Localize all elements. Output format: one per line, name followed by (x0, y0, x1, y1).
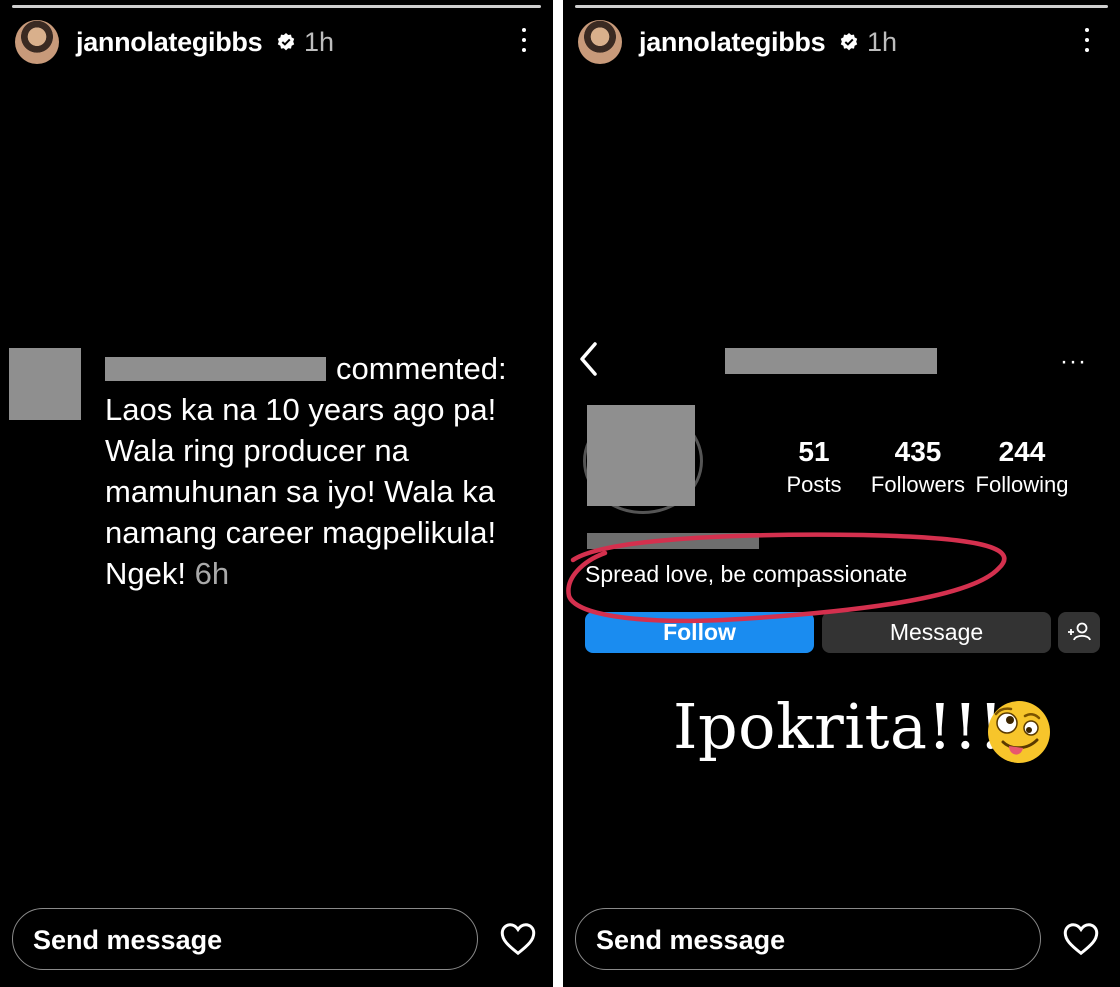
profile-bio: Spread love, be compassionate (585, 561, 908, 587)
more-options-icon[interactable] (1083, 28, 1091, 56)
stat-posts[interactable]: 51 Posts (759, 436, 869, 498)
stat-number: 244 (998, 436, 1046, 467)
profile-avatar-redacted (587, 405, 695, 506)
comment-text: commented: Laos ka na 10 years ago pa! W… (105, 348, 545, 594)
stat-number: 51 (798, 436, 830, 467)
verified-badge-icon (840, 33, 858, 51)
verified-badge-icon (277, 33, 295, 51)
stat-followers[interactable]: 435 Followers (863, 436, 973, 498)
heart-icon[interactable] (500, 922, 536, 956)
message-button[interactable]: Message (822, 612, 1051, 653)
commenter-avatar-redacted (9, 348, 81, 420)
send-message-input[interactable]: Send message (575, 908, 1041, 970)
stat-label: Following (975, 472, 1069, 497)
profile-username-redacted (725, 348, 937, 374)
username[interactable]: jannolategibbs (639, 27, 826, 58)
send-message-input[interactable]: Send message (12, 908, 478, 970)
story-progress-bar (575, 5, 1108, 8)
post-time: 1h (867, 27, 898, 57)
stat-number: 435 (894, 436, 942, 467)
back-arrow-icon[interactable] (577, 340, 599, 378)
story-panel-right: jannolategibbs 1h ··· 51 Posts 435 Follo… (563, 0, 1120, 987)
username[interactable]: jannolategibbs (76, 27, 263, 58)
comment-line: Laos ka na 10 years ago pa! (105, 392, 497, 427)
story-progress-bar (12, 5, 541, 8)
add-user-icon (1068, 622, 1091, 641)
post-time: 1h (304, 27, 335, 57)
stat-label: Followers (870, 472, 966, 497)
comment-age: 6h (194, 556, 230, 591)
profile-more-icon[interactable]: ··· (1060, 348, 1087, 376)
stat-following[interactable]: 244 Following (967, 436, 1077, 498)
follow-button[interactable]: Follow (585, 612, 814, 653)
comment-line: namang career magpelikula! (105, 515, 497, 550)
zany-face-emoji (988, 701, 1050, 763)
story-caption: Ipokrita!!! (673, 690, 1004, 763)
comment-line: Wala ring producer na (105, 433, 409, 468)
comment-line: Ngek! (105, 556, 186, 591)
comment-line: mamuhunan sa iyo! Wala ka (105, 474, 495, 509)
heart-icon[interactable] (1063, 922, 1099, 956)
comment-action: commented: (336, 351, 507, 386)
add-user-button[interactable] (1058, 612, 1100, 653)
profile-name-redacted (587, 533, 759, 549)
more-options-icon[interactable] (520, 28, 528, 56)
stat-label: Posts (786, 472, 842, 497)
send-message-placeholder: Send message (33, 925, 223, 955)
avatar[interactable] (15, 20, 59, 64)
send-message-placeholder: Send message (596, 925, 786, 955)
avatar[interactable] (578, 20, 622, 64)
story-panel-left: jannolategibbs 1h commented: Laos ka na … (0, 0, 553, 987)
